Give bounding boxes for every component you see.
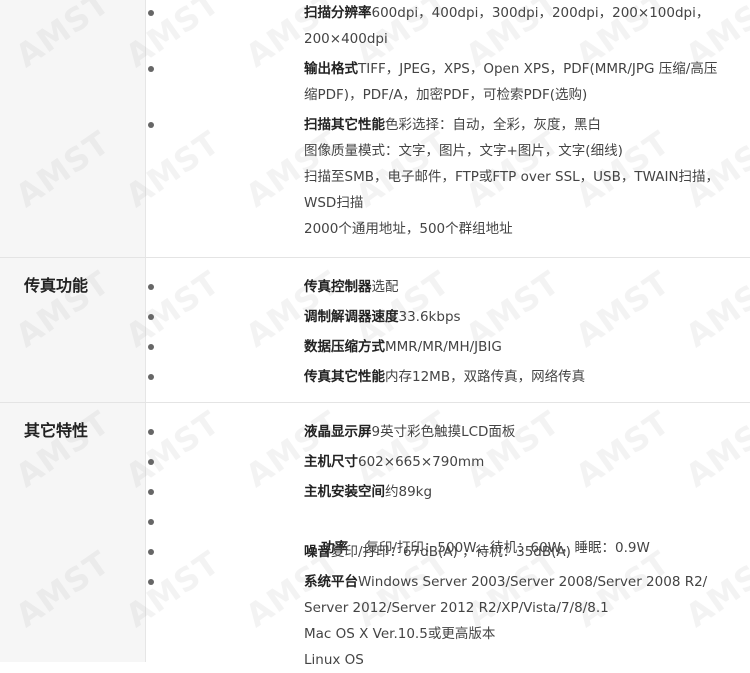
- list-bullet: [148, 459, 154, 465]
- list-bullet: [148, 10, 154, 16]
- spec-scan-other-line: 扫描至SMB，电子邮件，FTP或FTP over SSL，USB，TWAIN扫描…: [304, 169, 720, 185]
- spec-fax-other: 传真其它性能内存12MB，双路传真，网络传真: [304, 369, 586, 385]
- list-bullet: [148, 374, 154, 380]
- list-bullet: [148, 122, 154, 128]
- spec-scan-other-line: 图像质量模式：文字，图片，文字+图片，文字(细线): [304, 143, 623, 159]
- spec-dimensions: 主机尺寸602×665×790mm: [304, 454, 485, 470]
- spec-scan-other-line: WSD扫描: [304, 195, 364, 211]
- spec-scan-other: 扫描其它性能色彩选择：自动，全彩，灰度，黑白: [304, 117, 601, 133]
- spec-compression: 数据压缩方式MMR/MR/MH/JBIG: [304, 339, 502, 355]
- section-divider: [0, 257, 750, 258]
- spec-output-format-cont: 缩PDF)，PDF/A，加密PDF，可检索PDF(选购): [304, 87, 588, 103]
- section-divider: [0, 402, 750, 403]
- spec-os: 系统平台Windows Server 2003/Server 2008/Serv…: [304, 574, 708, 590]
- section-title-fax: 传真功能: [24, 276, 89, 295]
- label-column: [0, 0, 146, 662]
- spec-install-space: 主机安装空间约89kg: [304, 484, 433, 500]
- list-bullet: [148, 519, 154, 525]
- spec-scan-resolution-cont: 200×400dpi: [304, 31, 388, 47]
- spec-noise: 噪音复印/打印：67dB(A) ，待机：35dB(A): [304, 544, 571, 560]
- list-bullet: [148, 344, 154, 350]
- spec-lcd: 液晶显示屏9英寸彩色触摸LCD面板: [304, 424, 516, 440]
- spec-page: AMST AMST AMST AMST AMST AMST AMST AMST AMST AMST…: [0, 0, 750, 668]
- watermark-logo: AMST: [678, 403, 750, 495]
- list-bullet: [148, 66, 154, 72]
- list-bullet: [148, 314, 154, 320]
- spec-os-line: Linux OS: [304, 652, 364, 668]
- section-title-other: 其它特性: [24, 421, 89, 440]
- spec-scan-other-line: 2000个通用地址，500个群组地址: [304, 221, 513, 237]
- watermark-logo: AMST: [678, 263, 750, 355]
- list-bullet: [148, 284, 154, 290]
- spec-os-line: Mac OS X Ver.10.5或更高版本: [304, 626, 496, 642]
- watermark-logo: AMST: [568, 263, 677, 355]
- watermark-logo: AMST: [568, 403, 677, 495]
- list-bullet: [148, 579, 154, 585]
- spec-os-line: Server 2012/Server 2012 R2/XP/Vista/7/8/…: [304, 600, 609, 616]
- spec-scan-resolution: 扫描分辨率600dpi，400dpi，300dpi，200dpi，200×100…: [304, 5, 710, 21]
- list-bullet: [148, 489, 154, 495]
- spec-fax-controller: 传真控制器选配: [304, 279, 399, 295]
- list-bullet: [148, 429, 154, 435]
- spec-output-format: 输出格式TIFF，JPEG，XPS，Open XPS，PDF(MMR/JPG 压…: [304, 61, 718, 77]
- spec-modem-speed: 调制解调器速度33.6kbps: [304, 309, 461, 325]
- list-bullet: [148, 549, 154, 555]
